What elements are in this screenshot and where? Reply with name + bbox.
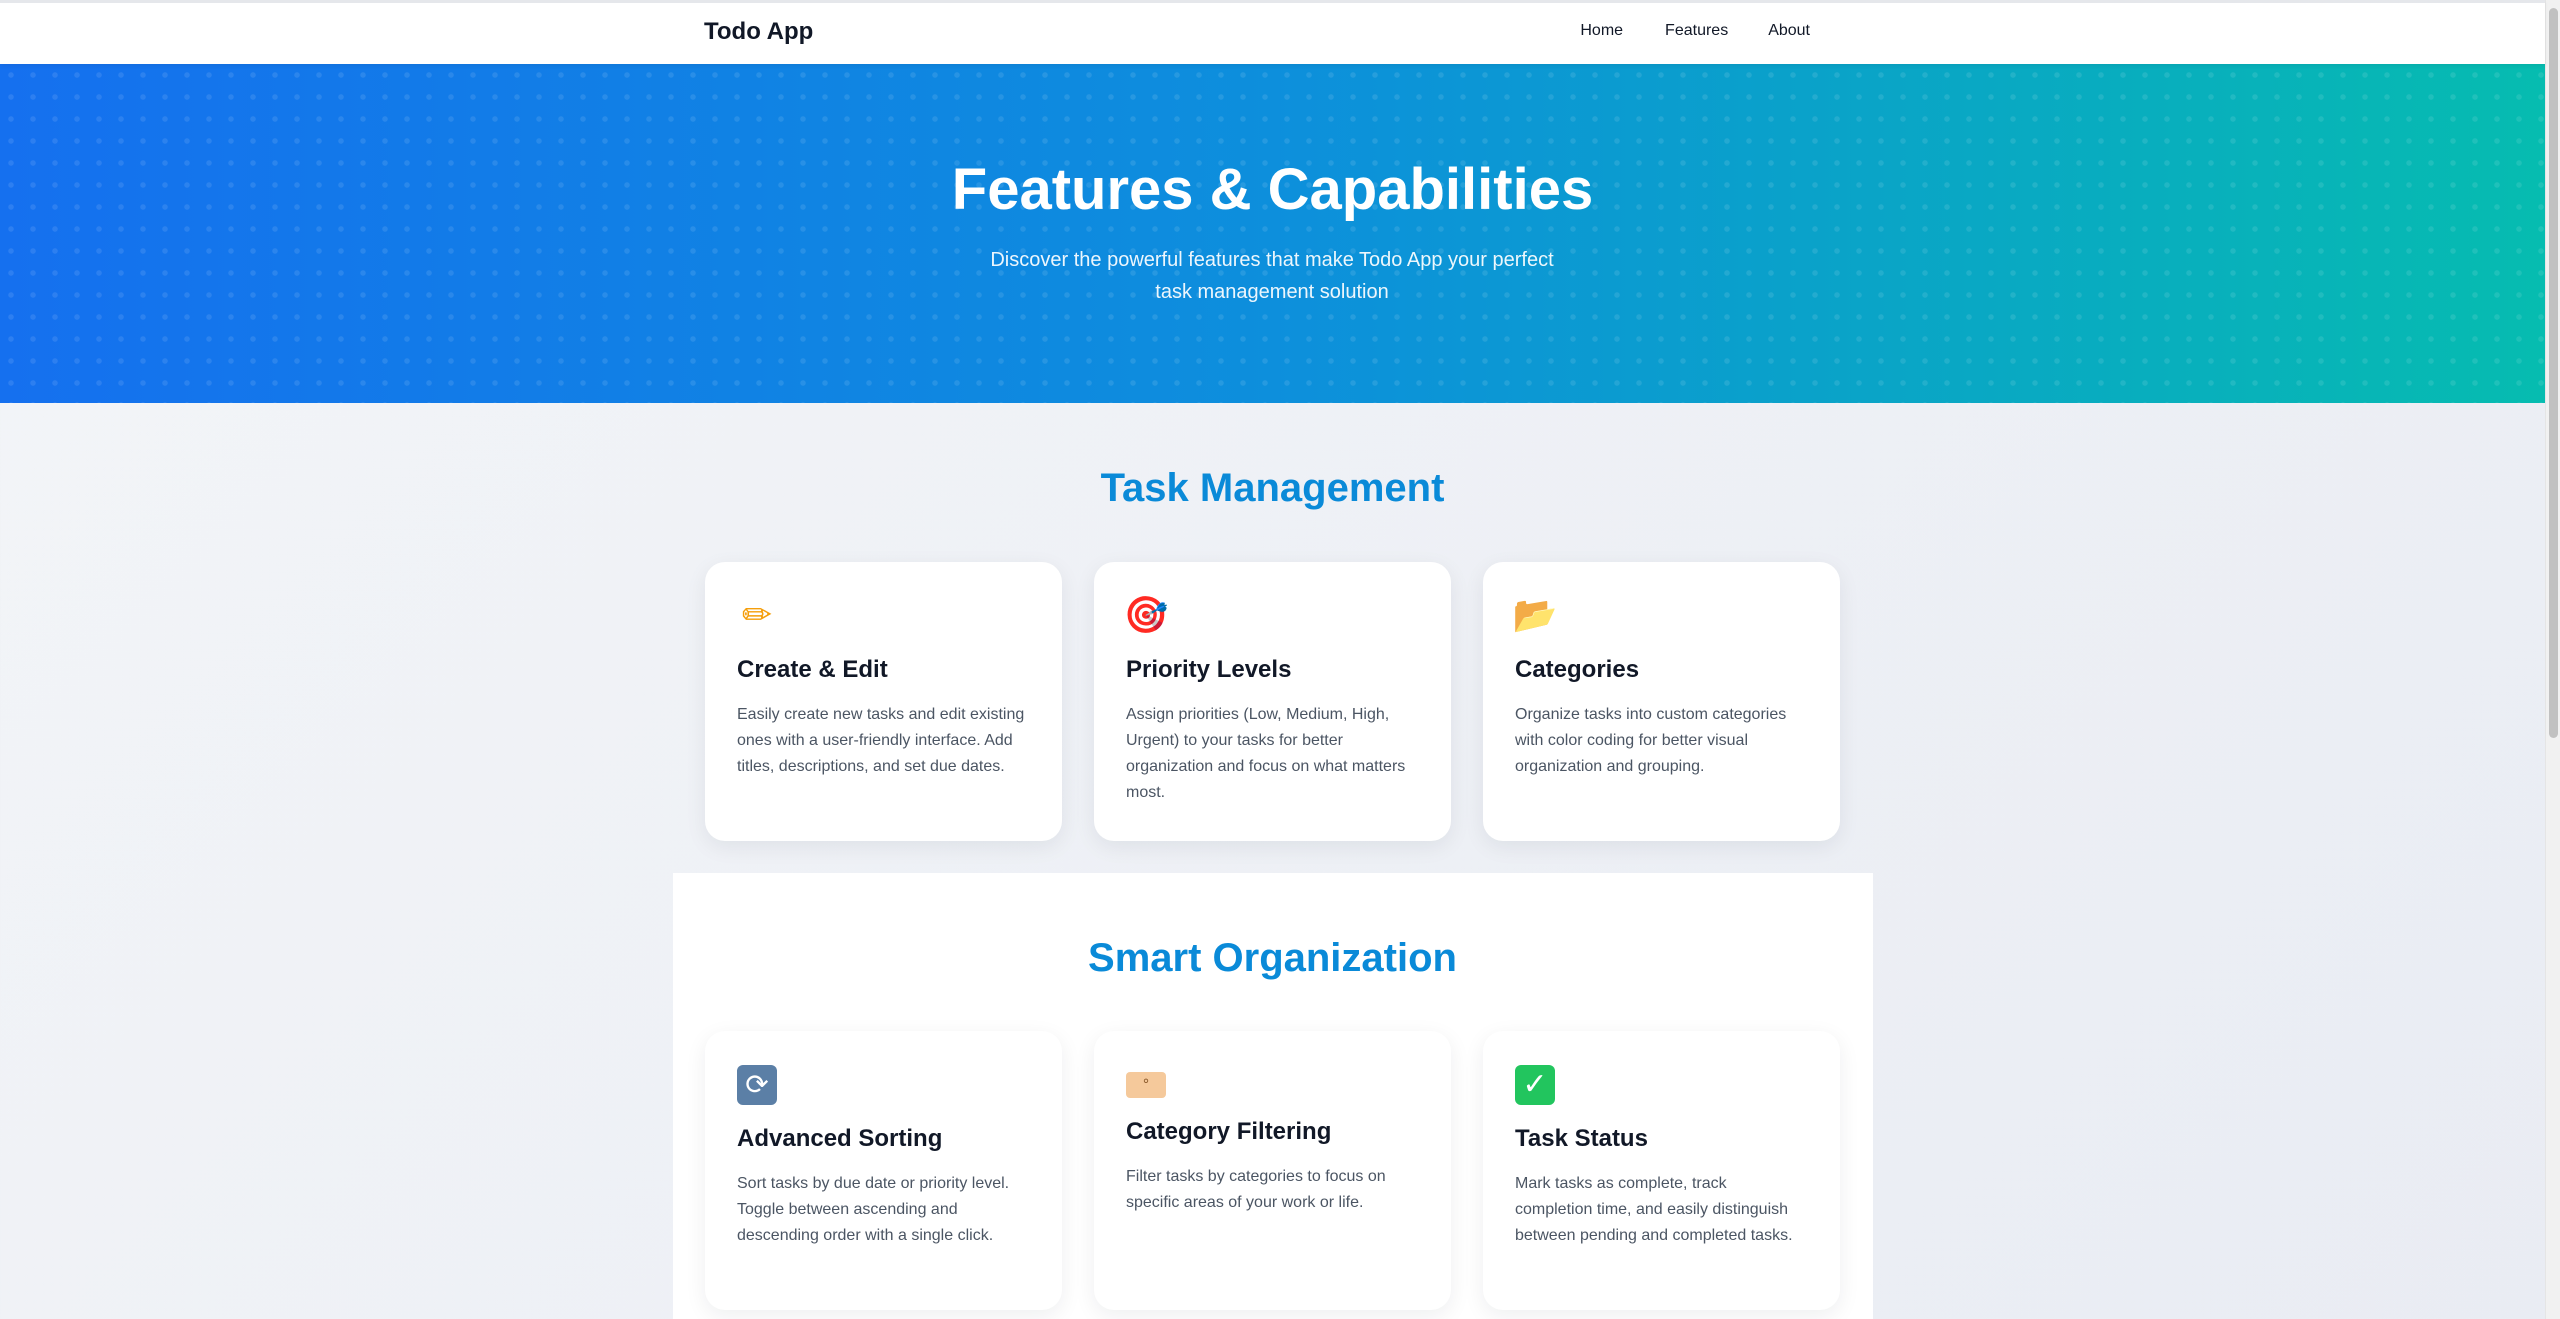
- card-description: Mark tasks as complete, track completion…: [1515, 1175, 1793, 1244]
- section-title-smart-organization: Smart Organization: [1088, 936, 1457, 980]
- card-title: Category Filtering: [1126, 1118, 1332, 1145]
- section-title-task-management: Task Management: [1100, 466, 1445, 510]
- tag-icon: °: [1126, 1072, 1166, 1098]
- card-title: Advanced Sorting: [737, 1125, 943, 1152]
- card-title: Priority Levels: [1126, 656, 1292, 683]
- hero-title: Features & Capabilities: [951, 157, 1594, 222]
- feature-card-categories: 📂 Categories Organize tasks into custom …: [1483, 562, 1840, 841]
- card-title: Create & Edit: [737, 656, 888, 683]
- folder-icon: 📂: [1512, 595, 1558, 636]
- feature-card-advanced-sorting: ⟳ Advanced Sorting Sort tasks by due dat…: [705, 1031, 1062, 1310]
- sort-icon: ⟳: [737, 1065, 777, 1105]
- vertical-scrollbar[interactable]: [2545, 0, 2560, 1319]
- hero-banner: Features & Capabilities Discover the pow…: [0, 64, 2545, 403]
- pencil-icon: ✏: [741, 595, 773, 636]
- card-description: Filter tasks by categories to focus on s…: [1126, 1168, 1386, 1211]
- target-icon: 🎯: [1123, 595, 1169, 636]
- checkmark-icon: ✓: [1515, 1065, 1555, 1105]
- brand-logo[interactable]: Todo App: [704, 18, 813, 46]
- feature-card-priority-levels: 🎯 Priority Levels Assign priorities (Low…: [1094, 562, 1451, 841]
- feature-card-task-status: ✓ Task Status Mark tasks as complete, tr…: [1483, 1031, 1840, 1310]
- card-description: Assign priorities (Low, Medium, High, Ur…: [1126, 706, 1406, 801]
- feature-card-create-edit: ✏ Create & Edit Easily create new tasks …: [705, 562, 1062, 841]
- nav-link-features[interactable]: Features: [1665, 22, 1728, 40]
- nav-link-home[interactable]: Home: [1580, 22, 1623, 40]
- nav-links: Home Features About: [1580, 22, 1810, 40]
- card-title: Categories: [1515, 656, 1640, 683]
- card-description: Organize tasks into custom categories wi…: [1515, 706, 1787, 775]
- top-navbar: Todo App Home Features About: [0, 0, 2545, 64]
- hero-subtitle: Discover the powerful features that make…: [990, 249, 1554, 303]
- scrollbar-thumb[interactable]: [2549, 8, 2558, 738]
- nav-link-about[interactable]: About: [1768, 22, 1810, 40]
- card-description: Sort tasks by due date or priority level…: [737, 1175, 1010, 1244]
- card-title: Task Status: [1515, 1125, 1648, 1152]
- card-description: Easily create new tasks and edit existin…: [737, 706, 1025, 775]
- feature-card-category-filtering: ° Category Filtering Filter tasks by cat…: [1094, 1031, 1451, 1310]
